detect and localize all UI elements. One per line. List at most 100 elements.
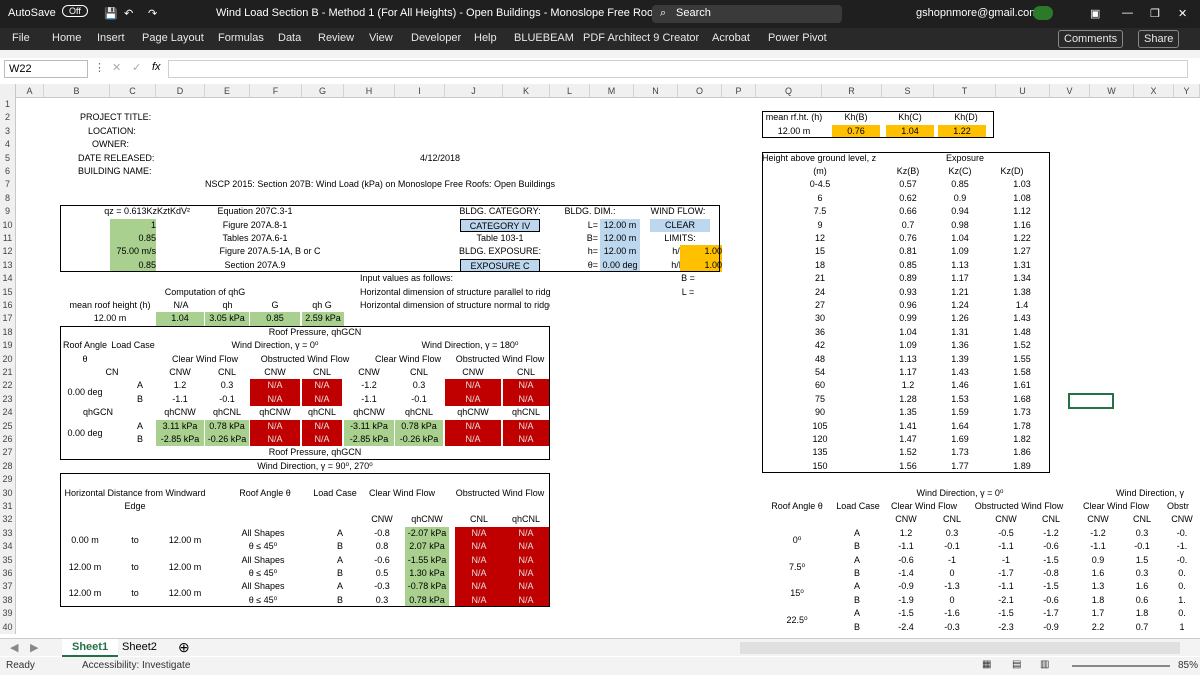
column-header[interactable]: J [445,84,503,98]
row-header[interactable]: 4 [0,138,16,152]
normal-view-icon[interactable]: ▦ [982,659,991,670]
row-header[interactable]: 6 [0,165,16,179]
menu-help[interactable]: Help [474,32,497,44]
save-icon[interactable]: 💾 [104,7,118,20]
column-header[interactable]: U [996,84,1050,98]
column-header[interactable]: D [156,84,205,98]
column-header[interactable]: L [550,84,590,98]
row-header[interactable]: 21 [0,366,16,380]
row-header[interactable]: 24 [0,406,16,420]
restore-icon[interactable]: ❐ [1150,7,1160,20]
accessibility-status[interactable]: Accessibility: Investigate [82,660,190,671]
row-header[interactable]: 27 [0,446,16,460]
page-layout-icon[interactable]: ▤ [1012,659,1021,670]
column-header[interactable]: H [344,84,395,98]
menu-data[interactable]: Data [278,32,301,44]
row-header[interactable]: 15 [0,285,16,299]
add-sheet-icon[interactable]: ⊕ [178,639,190,656]
row-header[interactable]: 35 [0,553,16,567]
row-header[interactable]: 5 [0,151,16,165]
column-header[interactable]: F [250,84,302,98]
row-header[interactable]: 9 [0,205,16,219]
column-header[interactable]: I [395,84,445,98]
cancel-icon[interactable]: ✕ [112,61,121,74]
formula-input[interactable] [168,60,1188,78]
column-header[interactable]: K [503,84,550,98]
menu-view[interactable]: View [369,32,393,44]
tab-sheet2[interactable]: Sheet2 [122,641,157,653]
menu-file[interactable]: File [12,32,30,44]
row-header[interactable]: 12 [0,245,16,259]
row-header[interactable]: 10 [0,218,16,232]
row-header[interactable]: 2 [0,111,16,125]
row-header[interactable]: 40 [0,620,16,634]
row-header[interactable]: 31 [0,500,16,514]
menu-review[interactable]: Review [318,32,354,44]
menu-formulas[interactable]: Formulas [218,32,264,44]
column-header[interactable]: B [44,84,110,98]
redo-icon[interactable]: ↷ [148,7,157,20]
account-email[interactable]: gshopnmore@gmail.com [916,7,1038,19]
column-header[interactable]: A [16,84,44,98]
selected-cell[interactable] [1068,393,1114,409]
ribbon-display-icon[interactable]: ▣ [1090,7,1100,20]
name-box[interactable]: W22 [4,60,88,78]
column-header[interactable]: N [634,84,678,98]
page-break-icon[interactable]: ▥ [1040,659,1049,670]
row-header[interactable]: 33 [0,526,16,541]
row-header[interactable]: 28 [0,459,16,474]
row-header[interactable]: 30 [0,486,16,500]
column-header[interactable]: G [302,84,344,98]
row-header[interactable]: 39 [0,607,16,621]
row-header[interactable]: 34 [0,540,16,554]
row-header[interactable]: 38 [0,593,16,608]
menu-bluebeam[interactable]: BLUEBEAM [514,32,574,44]
close-icon[interactable]: ✕ [1178,7,1187,20]
row-header[interactable]: 22 [0,379,16,393]
fx-button[interactable]: fx [152,61,161,73]
column-header[interactable]: S [882,84,934,98]
row-header[interactable]: 3 [0,124,16,139]
column-header[interactable]: E [205,84,250,98]
comments-button[interactable]: Comments [1058,30,1124,48]
row-header[interactable]: 18 [0,325,16,340]
avatar[interactable] [1033,6,1053,20]
select-all-corner[interactable] [0,84,16,98]
menu-insert[interactable]: Insert [97,32,125,44]
row-header[interactable]: 8 [0,191,16,206]
next-sheet-icon[interactable]: ▶ [30,641,38,654]
minimize-icon[interactable]: — [1122,7,1133,19]
row-header[interactable]: 29 [0,473,16,487]
row-header[interactable]: 37 [0,580,16,594]
row-header[interactable]: 7 [0,178,16,192]
row-header[interactable]: 25 [0,419,16,433]
row-header[interactable]: 13 [0,258,16,273]
menu-developer[interactable]: Developer [411,32,461,44]
row-header[interactable]: 36 [0,567,16,581]
row-header[interactable]: 14 [0,272,16,286]
column-header[interactable]: M [590,84,634,98]
column-header[interactable]: O [678,84,722,98]
menu-pdf-architect[interactable]: PDF Architect 9 Creator [583,32,699,44]
column-header[interactable]: W [1090,84,1134,98]
worksheet-grid[interactable]: A B C D E F G H I J K L M N O P Q R S T U V W X Y 1 2 3 4 5 6 7 8 9 10 11 12… [0,84,1200,637]
column-header[interactable]: C [110,84,156,98]
menu-page-layout[interactable]: Page Layout [142,32,204,44]
row-header[interactable]: 17 [0,312,16,326]
column-header[interactable]: Y [1174,84,1200,98]
row-header[interactable]: 16 [0,299,16,313]
menu-home[interactable]: Home [52,32,81,44]
row-header[interactable]: 32 [0,513,16,527]
zoom-slider[interactable] [1072,665,1170,667]
undo-icon[interactable]: ↶ [124,7,133,20]
enter-icon[interactable]: ✓ [132,61,141,74]
column-header[interactable]: R [822,84,882,98]
prev-sheet-icon[interactable]: ◀ [10,641,18,654]
menu-acrobat[interactable]: Acrobat [712,32,750,44]
column-header[interactable]: P [722,84,756,98]
menu-power-pivot[interactable]: Power Pivot [768,32,827,44]
row-header[interactable]: 20 [0,352,16,366]
column-header[interactable]: X [1134,84,1174,98]
row-header[interactable]: 23 [0,392,16,407]
autosave-toggle[interactable]: Off [62,5,88,17]
